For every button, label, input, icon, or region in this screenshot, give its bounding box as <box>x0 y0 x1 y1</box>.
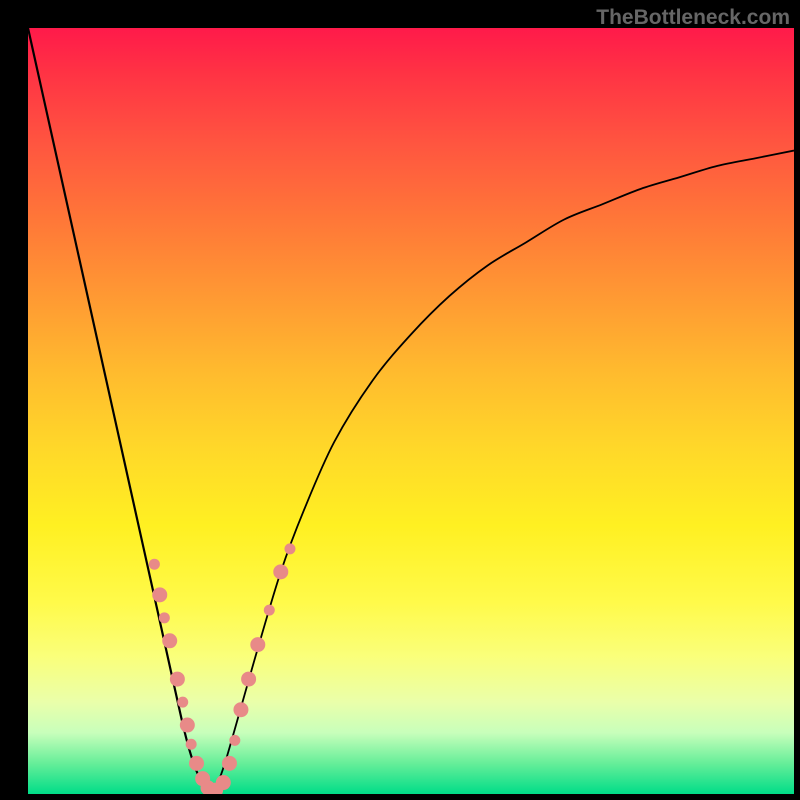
chart-container: TheBottleneck.com <box>0 0 800 800</box>
data-marker <box>274 565 288 579</box>
plot-area <box>28 28 794 794</box>
data-marker <box>163 634 177 648</box>
data-marker <box>186 739 196 749</box>
data-marker <box>264 605 274 615</box>
data-marker <box>242 672 256 686</box>
data-marker <box>216 776 230 790</box>
chart-svg <box>28 28 794 794</box>
data-marker <box>251 638 265 652</box>
data-marker <box>180 718 194 732</box>
data-marker <box>230 735 240 745</box>
data-marker <box>149 559 159 569</box>
data-marker <box>170 672 184 686</box>
data-marker <box>234 703 248 717</box>
data-marker <box>159 613 169 623</box>
watermark-text: TheBottleneck.com <box>596 6 790 30</box>
data-marker <box>153 588 167 602</box>
data-marker <box>178 697 188 707</box>
right-curve <box>212 151 794 794</box>
data-marker <box>190 756 204 770</box>
data-marker <box>285 544 295 554</box>
data-marker <box>222 756 236 770</box>
